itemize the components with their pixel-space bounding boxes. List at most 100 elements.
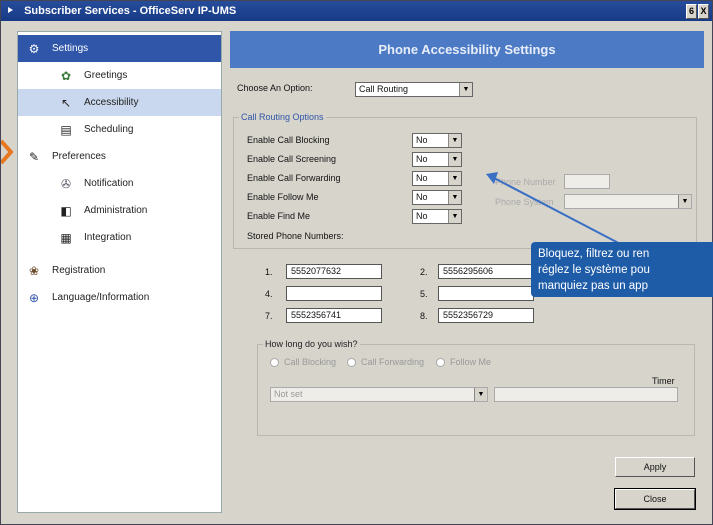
sidebar-item-integration[interactable]: ▦ Integration	[18, 224, 221, 251]
option-label: Choose An Option:	[237, 83, 313, 93]
row-label: Enable Call Forwarding	[247, 173, 341, 183]
radio-call-forwarding[interactable]: Call Forwarding	[347, 357, 424, 367]
follow-me-select[interactable]: No ▼	[412, 190, 462, 205]
group-title: How long do you wish?	[263, 339, 360, 349]
phone-number-label: Phone Number	[495, 177, 556, 187]
window-controls: 6 X	[686, 4, 709, 19]
select-value: Not set	[274, 389, 303, 399]
call-blocking-select[interactable]: No ▼	[412, 133, 462, 148]
sidebar-item-scheduling[interactable]: ▤ Scheduling	[18, 116, 221, 143]
stored-number-2[interactable]: 5556295606	[438, 264, 534, 279]
phone-number-input[interactable]	[564, 174, 610, 189]
radio-label: Follow Me	[450, 357, 492, 367]
globe-icon: ⊕	[28, 290, 40, 305]
find-me-select[interactable]: No ▼	[412, 209, 462, 224]
radio-label: Call Forwarding	[361, 357, 425, 367]
accessibility-icon: ↖	[60, 95, 72, 110]
chevron-down-icon[interactable]: ▼	[448, 191, 461, 204]
apply-button[interactable]: Apply	[615, 457, 695, 477]
page-title: Phone Accessibility Settings	[230, 31, 704, 68]
sidebar-item-greetings[interactable]: ✿ Greetings	[18, 62, 221, 89]
close-button[interactable]: Close	[614, 488, 696, 510]
select-value: No	[416, 173, 428, 183]
row-label: Enable Follow Me	[247, 192, 319, 202]
notification-icon: ✇	[60, 176, 72, 191]
call-forwarding-select[interactable]: No ▼	[412, 171, 462, 186]
sidebar-item-label: Administration	[84, 205, 148, 216]
chevron-down-icon[interactable]: ▼	[678, 195, 691, 208]
close-window-button[interactable]: X	[698, 4, 709, 19]
sidebar-item-accessibility[interactable]: ↖ Accessibility	[18, 89, 221, 116]
sidebar-item-language[interactable]: ⊕ Language/Information	[18, 284, 221, 311]
restore-button[interactable]: 6	[686, 4, 697, 19]
row-label: Enable Call Screening	[247, 154, 337, 164]
sidebar-item-label: Settings	[52, 43, 89, 54]
phone-system-select[interactable]: ▼	[564, 194, 692, 209]
greetings-icon: ✿	[60, 68, 72, 83]
chevron-down-icon[interactable]: ▼	[459, 83, 472, 96]
sidebar-item-label: Integration	[84, 232, 132, 243]
registration-icon: ❀	[28, 263, 40, 278]
slot-number: 1.	[265, 267, 273, 277]
stored-number-4[interactable]	[286, 286, 382, 301]
sidebar-item-label: Notification	[84, 178, 134, 189]
slot-number: 2.	[420, 267, 428, 277]
chevron-down-icon[interactable]: ▼	[474, 388, 487, 401]
stored-number-5[interactable]	[438, 286, 534, 301]
sidebar-item-preferences[interactable]: ✎ Preferences	[18, 143, 221, 170]
stored-number-8[interactable]: 5552356729	[438, 308, 534, 323]
decor-accent-arrow	[1, 139, 13, 165]
sidebar-item-settings[interactable]: ⚙ Settings	[18, 35, 221, 62]
radio-follow-me[interactable]: Follow Me	[436, 357, 491, 367]
radio-circle	[436, 357, 445, 367]
chevron-down-icon[interactable]: ▼	[448, 172, 461, 185]
calendar-icon: ▤	[60, 122, 72, 137]
sidebar-item-label: Registration	[52, 265, 106, 276]
call-screening-select[interactable]: No ▼	[412, 152, 462, 167]
sidebar-item-administration[interactable]: ◧ Administration	[18, 197, 221, 224]
title-bar: Subscriber Services - OfficeServ IP-UMS …	[1, 1, 712, 21]
chevron-down-icon[interactable]: ▼	[448, 153, 461, 166]
callout-line: manquiez pas un app	[538, 280, 648, 292]
chevron-down-icon[interactable]: ▼	[448, 210, 461, 223]
radio-circle	[347, 357, 356, 367]
radio-call-blocking[interactable]: Call Blocking	[270, 357, 336, 367]
sidebar-item-label: Greetings	[84, 70, 128, 81]
sidebar: ⚙ Settings ✿ Greetings ↖ Accessibility ▤…	[17, 31, 222, 513]
select-value: No	[416, 154, 428, 164]
sidebar-item-notification[interactable]: ✇ Notification	[18, 170, 221, 197]
window-title: Subscriber Services - OfficeServ IP-UMS	[24, 5, 237, 17]
slot-number: 8.	[420, 311, 428, 321]
callout-box: Bloquez, filtrez ou ren réglez le systèm…	[531, 242, 713, 297]
slot-number: 5.	[420, 289, 428, 299]
sidebar-item-registration[interactable]: ❀ Registration	[18, 257, 221, 284]
option-select-value: Call Routing	[359, 84, 409, 94]
settings-icon: ⚙	[28, 41, 40, 56]
stored-number-1[interactable]: 5552077632	[286, 264, 382, 279]
administration-icon: ◧	[60, 203, 72, 218]
phone-system-label: Phone System	[495, 197, 554, 207]
chevron-down-icon[interactable]: ▼	[448, 134, 461, 147]
slot-number: 4.	[265, 289, 273, 299]
row-label: Enable Call Blocking	[247, 135, 330, 145]
group-title: Call Routing Options	[239, 112, 326, 122]
stored-numbers-label: Stored Phone Numbers:	[247, 231, 344, 241]
preferences-icon: ✎	[28, 149, 40, 164]
stored-number-7[interactable]: 5552356741	[286, 308, 382, 323]
app-icon	[8, 7, 13, 13]
timer-input[interactable]	[494, 387, 678, 402]
callout-line: Bloquez, filtrez ou ren	[538, 248, 650, 260]
select-value: No	[416, 211, 428, 221]
timer-label: Timer	[652, 376, 675, 386]
integration-icon: ▦	[60, 230, 72, 245]
option-select[interactable]: Call Routing ▼	[355, 82, 473, 97]
sidebar-item-label: Preferences	[52, 151, 106, 162]
duration-select[interactable]: Not set ▼	[270, 387, 488, 402]
sidebar-item-label: Accessibility	[84, 97, 139, 108]
select-value: No	[416, 135, 428, 145]
sidebar-item-label: Language/Information	[52, 292, 150, 303]
radio-label: Call Blocking	[284, 357, 337, 367]
callout-line: réglez le système pou	[538, 264, 650, 276]
slot-number: 7.	[265, 311, 273, 321]
row-label: Enable Find Me	[247, 211, 311, 221]
